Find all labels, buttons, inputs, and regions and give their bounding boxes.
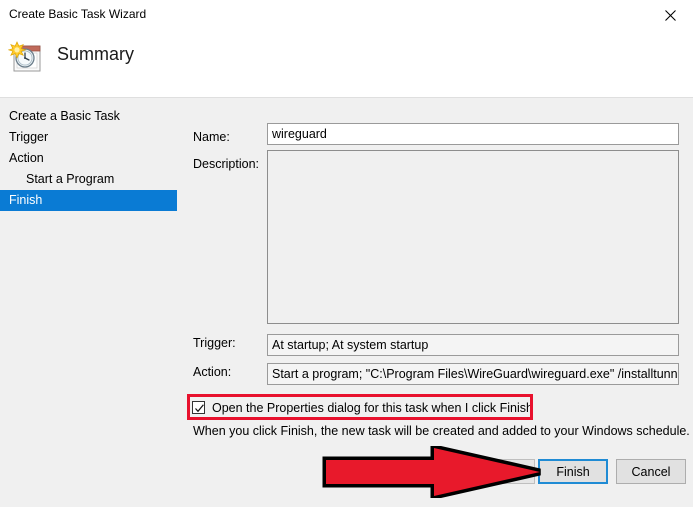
page-title: Summary — [57, 44, 134, 65]
trigger-value[interactable]: At startup; At system startup — [267, 334, 679, 356]
name-label: Name: — [193, 130, 230, 144]
task-scheduler-clock-icon — [8, 39, 46, 77]
wizard-step-list: Create a Basic Task Trigger Action Start… — [0, 106, 177, 211]
open-properties-checkbox-row[interactable]: Open the Properties dialog for this task… — [192, 398, 533, 417]
create-basic-task-wizard-dialog: Create Basic Task Wizard — [0, 0, 693, 507]
back-button[interactable]: < Back — [453, 459, 535, 484]
sidebar-item-create-a-basic-task[interactable]: Create a Basic Task — [0, 106, 177, 127]
sidebar-item-start-a-program[interactable]: Start a Program — [0, 169, 177, 190]
description-input[interactable] — [267, 150, 679, 324]
close-button[interactable] — [647, 0, 693, 30]
action-label: Action: — [193, 365, 231, 379]
sidebar-item-finish[interactable]: Finish — [0, 190, 177, 211]
sidebar-item-action[interactable]: Action — [0, 148, 177, 169]
description-label: Description: — [193, 157, 259, 171]
window-title: Create Basic Task Wizard — [9, 7, 146, 21]
open-properties-checkbox-label: Open the Properties dialog for this task… — [212, 401, 533, 415]
sidebar-item-trigger[interactable]: Trigger — [0, 127, 177, 148]
trigger-label: Trigger: — [193, 336, 236, 350]
action-value[interactable]: Start a program; "C:\Program Files\WireG… — [267, 363, 679, 385]
cancel-button[interactable]: Cancel — [616, 459, 686, 484]
wizard-header: Summary — [0, 31, 693, 98]
open-properties-checkbox[interactable] — [192, 401, 205, 414]
title-bar: Create Basic Task Wizard — [0, 0, 693, 31]
finish-hint-text: When you click Finish, the new task will… — [193, 424, 690, 438]
name-input[interactable]: wireguard — [267, 123, 679, 145]
finish-button[interactable]: Finish — [538, 459, 608, 484]
close-icon — [665, 10, 676, 21]
